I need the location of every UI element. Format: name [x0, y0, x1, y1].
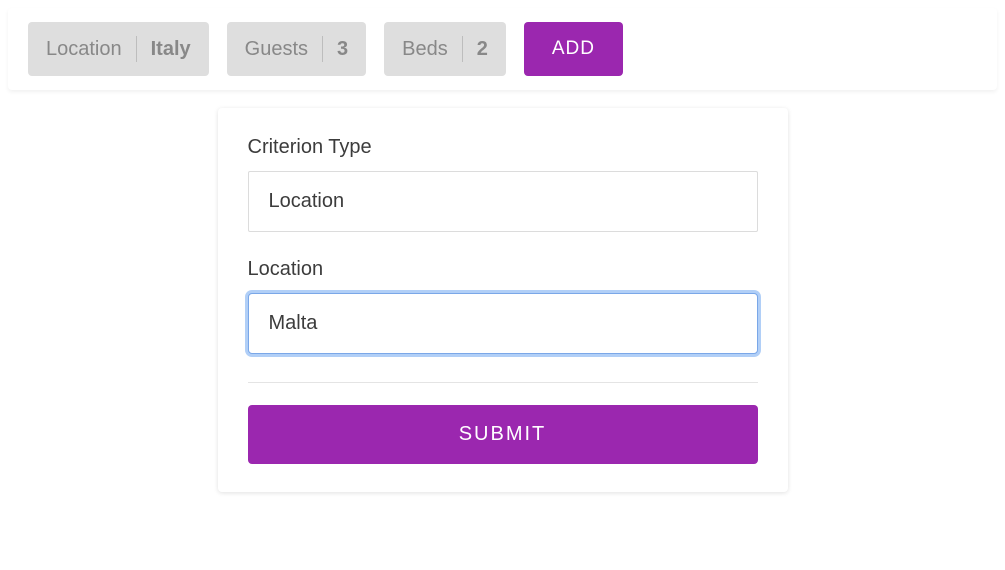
chip-label: Beds — [402, 38, 462, 61]
filter-chip-guests[interactable]: Guests 3 — [227, 22, 366, 76]
chip-label: Guests — [245, 38, 322, 61]
submit-button[interactable]: SUBMIT — [248, 405, 758, 464]
criterion-form-panel: Criterion Type Location Location SUBMIT — [218, 108, 788, 492]
chip-value: 3 — [323, 38, 348, 61]
chip-value: 2 — [463, 38, 488, 61]
add-button[interactable]: ADD — [524, 22, 623, 76]
chip-value: Italy — [137, 38, 191, 61]
criterion-type-value: Location — [269, 190, 345, 212]
location-input[interactable] — [248, 293, 758, 354]
filter-chip-location[interactable]: Location Italy — [28, 22, 209, 76]
location-field-label: Location — [248, 258, 758, 281]
filter-chip-beds[interactable]: Beds 2 — [384, 22, 506, 76]
chip-label: Location — [46, 38, 136, 61]
criterion-type-select[interactable]: Location — [248, 171, 758, 232]
filter-topbar: Location Italy Guests 3 Beds 2 ADD — [8, 8, 997, 90]
criterion-type-label: Criterion Type — [248, 136, 758, 159]
form-divider — [248, 382, 758, 383]
